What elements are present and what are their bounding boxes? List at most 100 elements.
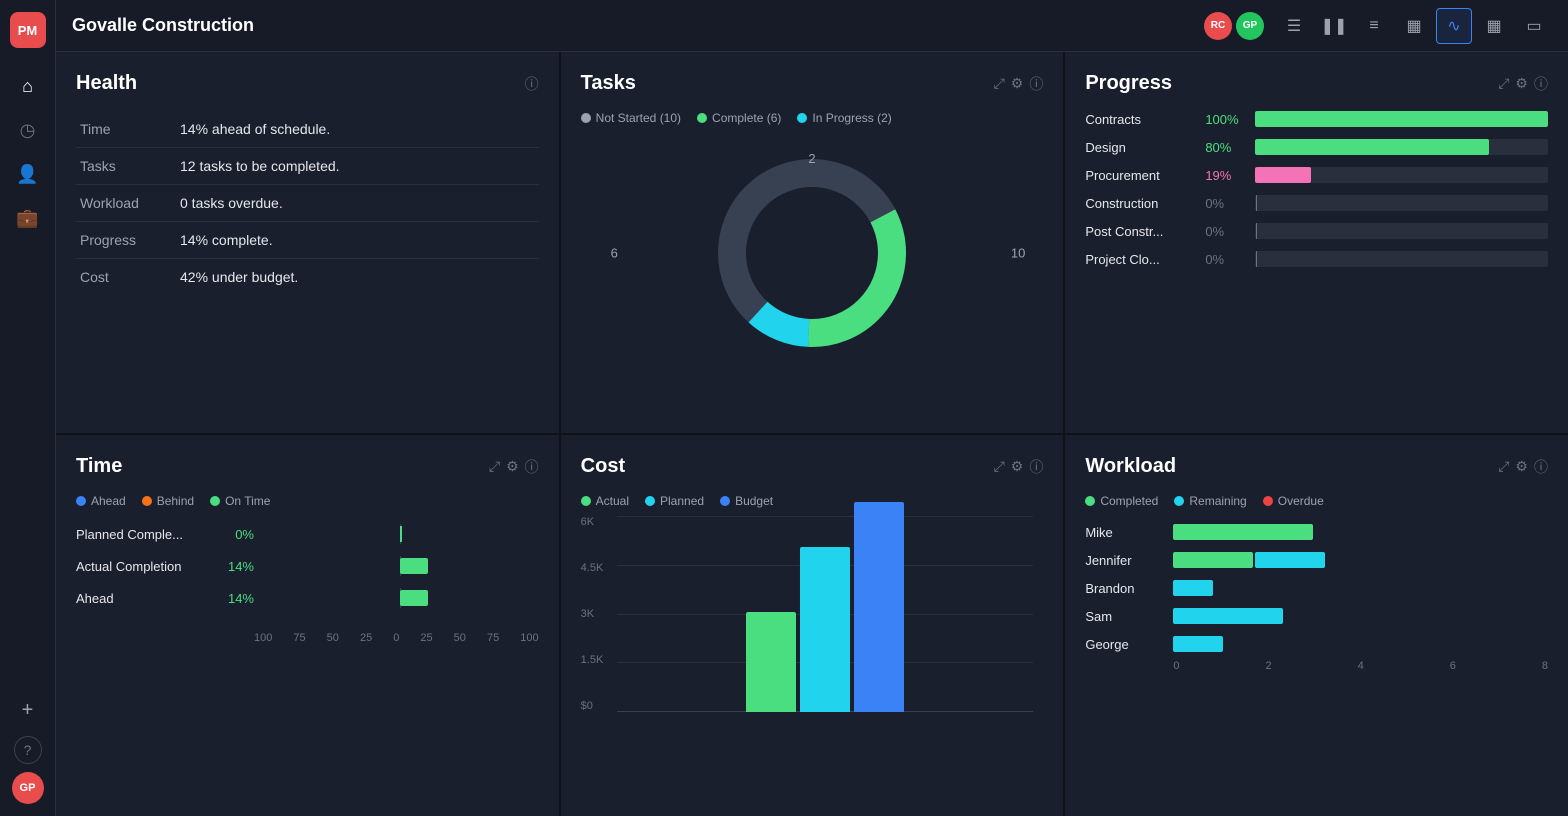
list-view-button[interactable]: ☰ xyxy=(1276,8,1312,44)
design-bar-bg xyxy=(1255,139,1548,155)
health-table: Time 14% ahead of schedule. Tasks 12 tas… xyxy=(76,111,539,295)
jennifer-bars xyxy=(1173,552,1548,568)
time-rows: Planned Comple... 0% Actual Completion 1… xyxy=(76,524,539,608)
legend-planned: Planned xyxy=(645,494,704,508)
ahead-row-label: Ahead xyxy=(76,591,206,606)
procurement-pct: 19% xyxy=(1205,168,1245,183)
cost-title: Cost xyxy=(581,455,625,478)
post-const-bar-bg xyxy=(1255,223,1548,239)
sidebar-item-users[interactable]: 👤 xyxy=(10,156,46,192)
remaining-label: Remaining xyxy=(1189,494,1246,508)
file-view-button[interactable]: ▭ xyxy=(1516,8,1552,44)
post-const-pct: 0% xyxy=(1205,224,1245,239)
columns-view-button[interactable]: ❚❚ xyxy=(1316,8,1352,44)
progress-row-procurement: Procurement 19% xyxy=(1085,167,1548,183)
mike-bars xyxy=(1173,524,1548,540)
donut-label-top: 2 xyxy=(808,151,815,166)
progress-expand-icon[interactable]: ⤢ xyxy=(1498,75,1509,92)
table-view-button[interactable]: ▦ xyxy=(1396,8,1432,44)
planned-pct: 0% xyxy=(214,527,254,542)
dashboard: Health ⓘ Time 14% ahead of schedule. Tas… xyxy=(56,52,1568,816)
time-x-axis: 1007550250255075100 xyxy=(76,632,539,644)
time-panel-header: Time ⤢ ⚙ ⓘ xyxy=(76,455,539,478)
progress-row-project-close: Project Clo... 0% xyxy=(1085,251,1548,267)
health-row-cost: Cost 42% under budget. xyxy=(76,259,539,296)
health-row-workload: Workload 0 tasks overdue. xyxy=(76,185,539,222)
workload-row-brandon: Brandon xyxy=(1085,580,1548,596)
time-help-icon[interactable]: ⓘ xyxy=(525,457,539,477)
progress-settings-icon[interactable]: ⚙ xyxy=(1515,75,1528,92)
add-button[interactable]: + xyxy=(10,692,46,728)
header: Govalle Construction RC GP ☰ ❚❚ ≡ ▦ ∿ ▦ … xyxy=(56,0,1568,52)
health-label-workload: Workload xyxy=(76,185,176,222)
help-icon[interactable]: ? xyxy=(14,736,42,764)
workload-settings-icon[interactable]: ⚙ xyxy=(1515,458,1528,475)
health-value-cost: 42% under budget. xyxy=(176,259,539,296)
tasks-expand-icon[interactable]: ⤢ xyxy=(994,75,1005,92)
calendar-view-button[interactable]: ▦ xyxy=(1476,8,1512,44)
time-settings-icon[interactable]: ⚙ xyxy=(506,458,519,475)
cost-y-axis: 6K4.5K3K1.5K$0 xyxy=(581,516,604,712)
health-help-icon[interactable]: ⓘ xyxy=(525,74,539,94)
health-actions: ⓘ xyxy=(525,74,539,94)
cost-bar-group-1 xyxy=(746,502,904,712)
brandon-bars xyxy=(1173,580,1548,596)
filter-button[interactable]: ≡ xyxy=(1356,8,1392,44)
avatar-rc[interactable]: RC xyxy=(1204,12,1232,40)
completed-label: Completed xyxy=(1100,494,1158,508)
overdue-label: Overdue xyxy=(1278,494,1324,508)
workload-rows: Mike Jennifer Brandon xyxy=(1085,524,1548,652)
sidebar-item-briefcase[interactable]: 💼 xyxy=(10,200,46,236)
main-content: Govalle Construction RC GP ☰ ❚❚ ≡ ▦ ∿ ▦ … xyxy=(56,0,1568,816)
progress-help-icon[interactable]: ⓘ xyxy=(1534,74,1548,94)
budget-bar xyxy=(854,502,904,712)
construction-label: Construction xyxy=(1085,196,1195,211)
george-bars xyxy=(1173,636,1548,652)
cost-settings-icon[interactable]: ⚙ xyxy=(1011,458,1024,475)
brandon-remaining-bar xyxy=(1173,580,1213,596)
legend-remaining: Remaining xyxy=(1174,494,1246,508)
workload-row-sam: Sam xyxy=(1085,608,1548,624)
health-panel-header: Health ⓘ xyxy=(76,72,539,95)
budget-dot xyxy=(720,496,730,506)
workload-x-axis: 02468 xyxy=(1085,660,1548,672)
procurement-bar-fill xyxy=(1255,167,1311,183)
progress-row-construction: Construction 0% xyxy=(1085,195,1548,211)
health-label-progress: Progress xyxy=(76,222,176,259)
health-value-workload: 0 tasks overdue. xyxy=(176,185,539,222)
donut-label-left: 6 xyxy=(611,246,618,261)
ahead-dot xyxy=(76,496,86,506)
workload-expand-icon[interactable]: ⤢ xyxy=(1498,458,1509,475)
tasks-title: Tasks xyxy=(581,72,636,95)
sam-remaining-bar xyxy=(1173,608,1283,624)
progress-row-design: Design 80% xyxy=(1085,139,1548,155)
tasks-help-icon[interactable]: ⓘ xyxy=(1029,74,1043,94)
workload-actions: ⤢ ⚙ ⓘ xyxy=(1498,457,1548,477)
george-label: George xyxy=(1085,637,1165,652)
chart-view-button[interactable]: ∿ xyxy=(1436,8,1472,44)
cost-expand-icon[interactable]: ⤢ xyxy=(994,458,1005,475)
ahead-bar-container xyxy=(262,588,539,608)
post-const-label: Post Constr... xyxy=(1085,224,1195,239)
not-started-label: Not Started (10) xyxy=(596,111,681,125)
avatar-gp[interactable]: GP xyxy=(1236,12,1264,40)
time-expand-icon[interactable]: ⤢ xyxy=(489,458,500,475)
workload-help-icon[interactable]: ⓘ xyxy=(1534,457,1548,477)
progress-title: Progress xyxy=(1085,72,1172,95)
mike-label: Mike xyxy=(1085,525,1165,540)
legend-behind: Behind xyxy=(142,494,194,508)
actual-dot xyxy=(581,496,591,506)
app-logo[interactable]: PM xyxy=(10,12,46,48)
sidebar-item-clock[interactable]: ◷ xyxy=(10,112,46,148)
progress-panel: Progress ⤢ ⚙ ⓘ Contracts 100% Design xyxy=(1065,52,1568,433)
page-title: Govalle Construction xyxy=(72,15,1192,36)
tasks-settings-icon[interactable]: ⚙ xyxy=(1011,75,1024,92)
donut-chart: 6 10 2 xyxy=(581,133,1044,373)
cost-help-icon[interactable]: ⓘ xyxy=(1029,457,1043,477)
cost-bars xyxy=(617,516,1034,712)
sidebar-item-home[interactable]: ⌂ xyxy=(10,68,46,104)
user-avatar[interactable]: GP xyxy=(12,772,44,804)
construction-bar-bg xyxy=(1255,195,1548,211)
sam-bars xyxy=(1173,608,1548,624)
time-panel: Time ⤢ ⚙ ⓘ Ahead Behind On Tim xyxy=(56,435,559,816)
